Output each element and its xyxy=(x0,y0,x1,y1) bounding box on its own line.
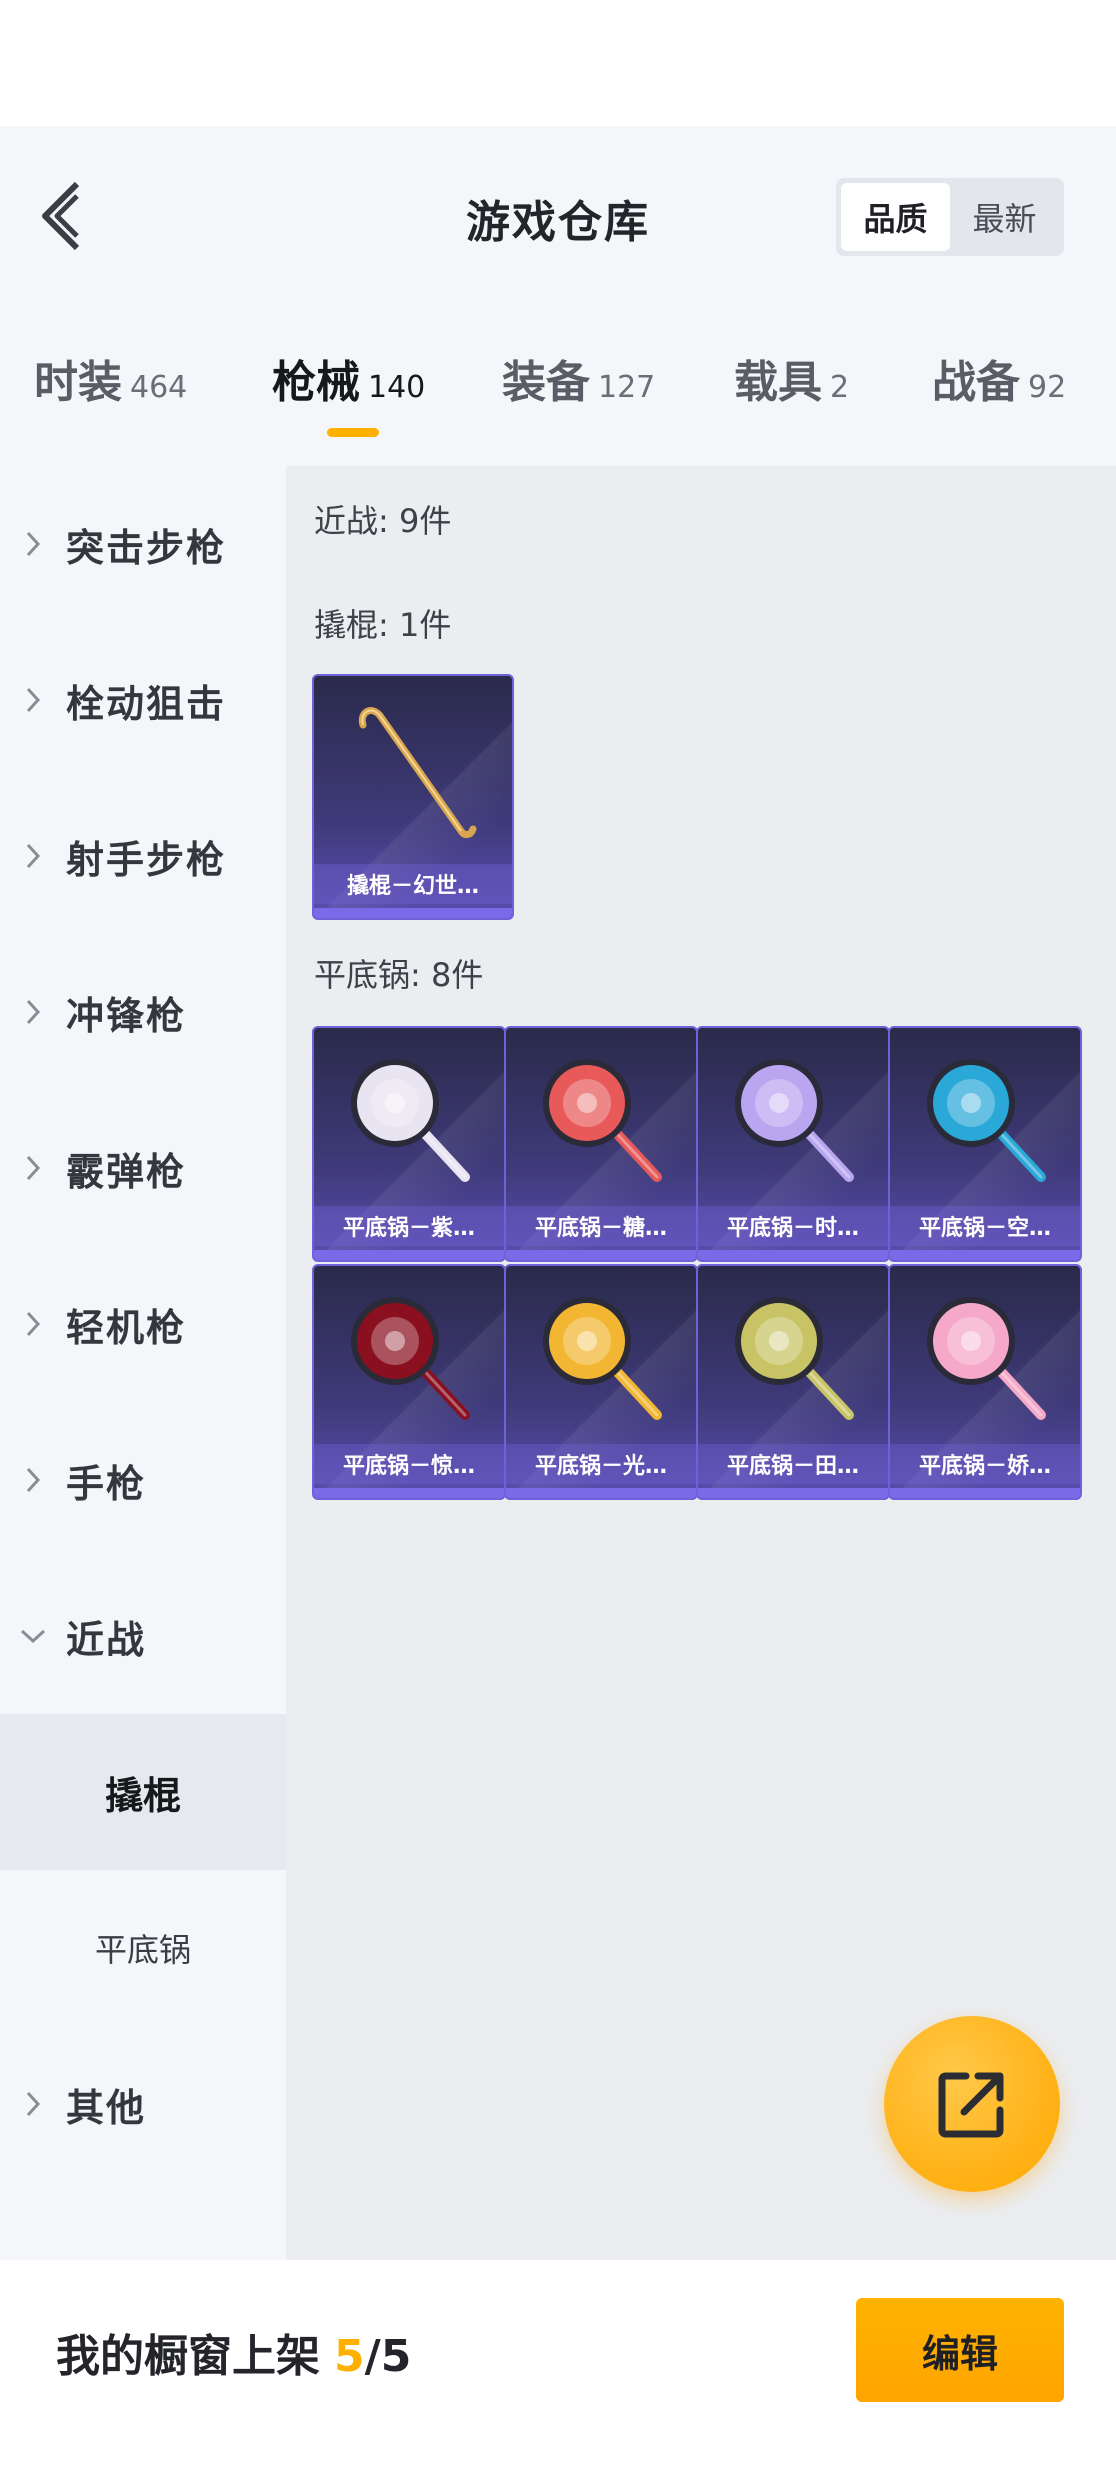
pan-icon xyxy=(506,1266,696,1444)
sidebar-subitem-label: 撬棍 xyxy=(104,1773,181,1818)
tab-label: 载具 xyxy=(734,357,822,408)
item-name: 撬棍－幻世… xyxy=(314,864,512,904)
sidebar-item-pistol[interactable]: 手枪 xyxy=(0,1402,286,1558)
sort-toggle: 品质 最新 xyxy=(836,178,1064,256)
pan-icon xyxy=(698,1266,888,1444)
sidebar-item-label: 近战 xyxy=(66,1617,147,1662)
sidebar-item-label: 其他 xyxy=(66,2085,147,2130)
sidebar-item-label: 栓动狙击 xyxy=(66,681,227,726)
item-name: 平底锅－光… xyxy=(506,1444,696,1484)
sidebar-item-label: 手枪 xyxy=(66,1461,147,1506)
tab-vehicles[interactable]: 载具 2 xyxy=(734,346,849,416)
item-name: 平底锅－糖… xyxy=(506,1206,696,1246)
item-card-crowbar[interactable]: 撬棍－幻世… xyxy=(312,674,514,920)
tab-fashion[interactable]: 时装 464 xyxy=(34,346,187,416)
rarity-bar xyxy=(314,908,512,918)
rarity-bar xyxy=(890,1488,1080,1498)
item-card-pan[interactable]: 平底锅－时… xyxy=(696,1026,890,1262)
tab-count: 140 xyxy=(368,370,426,405)
tab-label: 战备 xyxy=(932,357,1020,408)
sort-quality-button[interactable]: 品质 xyxy=(841,183,950,251)
sidebar-subitem-pan[interactable]: 平底锅 xyxy=(0,1870,286,2026)
tab-firearms[interactable]: 枪械 140 xyxy=(272,346,425,416)
chevron-right-icon xyxy=(0,2089,66,2119)
item-name: 平底锅－时… xyxy=(698,1206,888,1246)
shelf-total-count: /5 xyxy=(364,2331,412,2382)
pan-icon xyxy=(698,1028,888,1206)
item-name: 平底锅－娇… xyxy=(890,1444,1080,1484)
sidebar-item-label: 突击步枪 xyxy=(66,525,227,570)
item-card-pan[interactable]: 平底锅－光… xyxy=(504,1264,698,1500)
status-bar-area xyxy=(0,0,1116,126)
pan-icon xyxy=(890,1028,1080,1206)
sidebar-subitem-label: 平底锅 xyxy=(94,1931,191,1969)
sort-newest-button[interactable]: 最新 xyxy=(950,183,1059,251)
rarity-bar xyxy=(698,1250,888,1260)
sidebar-item-shotgun[interactable]: 霰弹枪 xyxy=(0,1090,286,1246)
item-card-pan[interactable]: 平底锅－田… xyxy=(696,1264,890,1500)
pan-icon xyxy=(890,1266,1080,1444)
chevron-right-icon xyxy=(0,1465,66,1495)
item-card-pan[interactable]: 平底锅－空… xyxy=(888,1026,1082,1262)
sidebar-item-label: 射手步枪 xyxy=(66,837,227,882)
chevron-right-icon xyxy=(0,841,66,871)
sidebar-item-other[interactable]: 其他 xyxy=(0,2026,286,2182)
chevron-right-icon xyxy=(0,1153,66,1183)
item-name: 平底锅－空… xyxy=(890,1206,1080,1246)
active-tab-indicator xyxy=(327,428,379,437)
item-name: 平底锅－紫… xyxy=(314,1206,504,1246)
pan-icon xyxy=(314,1028,504,1206)
sidebar-item-lmg[interactable]: 轻机枪 xyxy=(0,1246,286,1402)
share-external-icon xyxy=(938,2072,1004,2138)
sidebar-item-label: 霰弹枪 xyxy=(66,1149,187,1194)
share-button[interactable] xyxy=(884,2016,1060,2192)
shelf-current-count: 5 xyxy=(334,2331,365,2382)
sidebar-item-label: 冲锋枪 xyxy=(66,993,187,1038)
tab-label: 时装 xyxy=(34,357,122,408)
tab-equipment[interactable]: 装备 127 xyxy=(502,346,655,416)
chevron-right-icon xyxy=(0,529,66,559)
edit-button[interactable]: 编辑 xyxy=(856,2298,1064,2402)
pan-icon xyxy=(506,1028,696,1206)
tab-count: 464 xyxy=(130,370,188,405)
rarity-bar xyxy=(506,1250,696,1260)
section-melee-count: 近战: 9件 xyxy=(314,502,452,540)
sidebar-item-bolt-sniper[interactable]: 栓动狙击 xyxy=(0,622,286,778)
chevron-right-icon xyxy=(0,685,66,715)
tab-count: 2 xyxy=(830,370,850,405)
chevron-right-icon xyxy=(0,1309,66,1339)
sidebar-item-label: 轻机枪 xyxy=(66,1305,187,1350)
item-card-pan[interactable]: 平底锅－糖… xyxy=(504,1026,698,1262)
rarity-bar xyxy=(890,1250,1080,1260)
sidebar-subitem-crowbar[interactable]: 撬棍 xyxy=(0,1714,286,1870)
tab-count: 92 xyxy=(1028,370,1067,405)
pan-icon xyxy=(314,1266,504,1444)
tab-label: 枪械 xyxy=(272,357,360,408)
crowbar-icon xyxy=(314,676,512,864)
sidebar-item-smg[interactable]: 冲锋枪 xyxy=(0,934,286,1090)
chevron-down-icon xyxy=(0,1627,66,1645)
shelf-status: 我的橱窗上架 5 /5 xyxy=(56,2320,411,2384)
rarity-bar xyxy=(314,1250,504,1260)
tab-label: 装备 xyxy=(502,357,590,408)
section-pan-count: 平底锅: 8件 xyxy=(314,956,484,994)
sidebar-item-melee[interactable]: 近战 xyxy=(0,1558,286,1714)
section-crowbar-count: 撬棍: 1件 xyxy=(314,606,452,644)
item-name: 平底锅－惊… xyxy=(314,1444,504,1484)
item-card-pan[interactable]: 平底锅－紫… xyxy=(312,1026,506,1262)
shelf-label: 我的橱窗上架 xyxy=(56,2331,320,2382)
chevron-right-icon xyxy=(0,997,66,1027)
rarity-bar xyxy=(314,1488,504,1498)
item-card-pan[interactable]: 平底锅－娇… xyxy=(888,1264,1082,1500)
sidebar-item-assault-rifle[interactable]: 突击步枪 xyxy=(0,466,286,622)
item-name: 平底锅－田… xyxy=(698,1444,888,1484)
rarity-bar xyxy=(698,1488,888,1498)
rarity-bar xyxy=(506,1488,696,1498)
item-card-pan[interactable]: 平底锅－惊… xyxy=(312,1264,506,1500)
tab-count: 127 xyxy=(598,370,656,405)
sidebar-item-marksman-rifle[interactable]: 射手步枪 xyxy=(0,778,286,934)
tab-supplies[interactable]: 战备 92 xyxy=(932,346,1066,416)
